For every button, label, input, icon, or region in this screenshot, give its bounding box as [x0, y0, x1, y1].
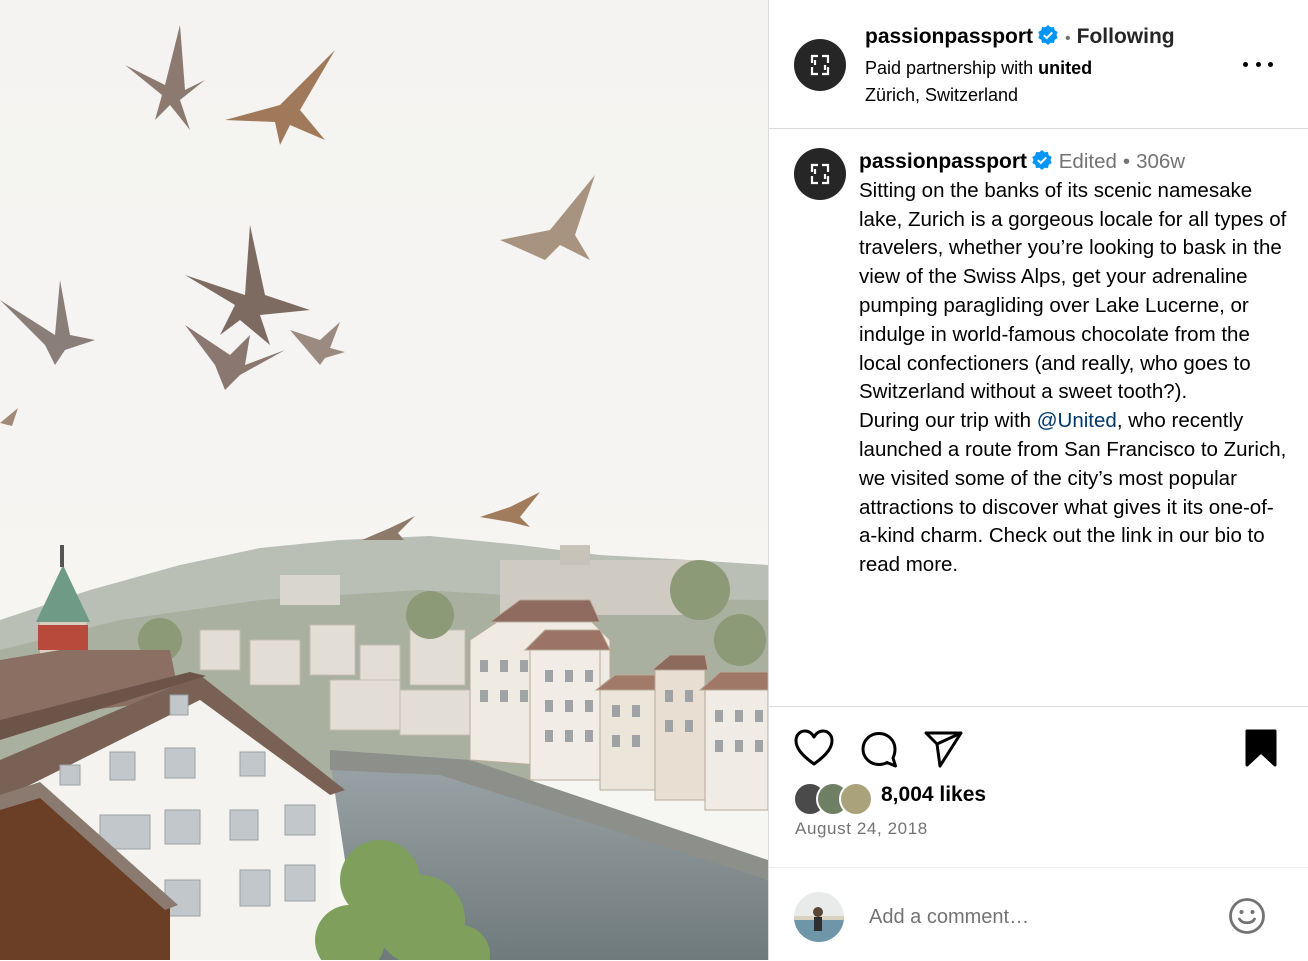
- likes-count[interactable]: 8,004 likes: [881, 783, 986, 807]
- header-title-row: passionpassport • Following: [865, 24, 1175, 49]
- comment-icon[interactable]: [859, 729, 899, 769]
- caption-username[interactable]: passionpassport: [859, 150, 1027, 173]
- passionpassport-logo-icon: [810, 54, 830, 76]
- author-avatar[interactable]: [794, 39, 846, 91]
- caption-paragraph-1: Sitting on the banks of its scenic names…: [859, 178, 1287, 404]
- likers-avatars[interactable]: [793, 782, 877, 816]
- partnership-line: Paid partnership with united: [865, 55, 1092, 82]
- post-dialog: passionpassport • Following Paid partnersh…: [0, 0, 1308, 960]
- post-caption: passionpassport Edited • 306w Sitting on t…: [859, 148, 1289, 580]
- post-actions: 8,004 likes August 24, 2018: [769, 706, 1308, 960]
- partner-link[interactable]: united: [1038, 58, 1092, 78]
- location-link[interactable]: Zürich, Switzerland: [865, 82, 1018, 109]
- emoji-icon[interactable]: [1228, 897, 1266, 935]
- paper-plane-icon[interactable]: [923, 729, 965, 769]
- edited-label: Edited: [1058, 150, 1117, 173]
- post-header: passionpassport • Following Paid partnersh…: [769, 0, 1308, 129]
- bookmark-icon[interactable]: [1245, 729, 1277, 767]
- verified-badge-icon: [1037, 24, 1059, 46]
- passionpassport-logo-icon: [810, 163, 830, 185]
- comment-composer: [769, 867, 1308, 961]
- following-button[interactable]: Following: [1077, 25, 1175, 48]
- caption-paragraph-2: During our trip with @United, who recent…: [859, 407, 1289, 580]
- current-user-avatar: [794, 892, 844, 942]
- liker-avatar: [839, 782, 873, 816]
- verified-badge-icon: [1031, 149, 1053, 171]
- post-image[interactable]: [0, 0, 768, 960]
- heart-icon[interactable]: [794, 729, 834, 767]
- header-separator: •: [1065, 30, 1071, 47]
- caption-header: passionpassport Edited • 306w: [859, 148, 1289, 177]
- mention-link[interactable]: @United: [1037, 409, 1117, 432]
- caption-separator: •: [1122, 150, 1131, 173]
- author-username[interactable]: passionpassport: [865, 25, 1033, 48]
- caption-text: , who recently launched a route from San…: [859, 409, 1287, 577]
- comment-input[interactable]: [867, 898, 1211, 936]
- post-age[interactable]: 306w: [1136, 150, 1185, 173]
- partnership-prefix: Paid partnership with: [865, 58, 1034, 78]
- more-options-icon[interactable]: [1243, 52, 1273, 76]
- post-sidebar: passionpassport • Following Paid partnersh…: [768, 0, 1308, 960]
- caption-text: During our trip with: [859, 409, 1037, 433]
- caption-author-avatar[interactable]: [794, 148, 846, 200]
- post-date[interactable]: August 24, 2018: [795, 819, 928, 839]
